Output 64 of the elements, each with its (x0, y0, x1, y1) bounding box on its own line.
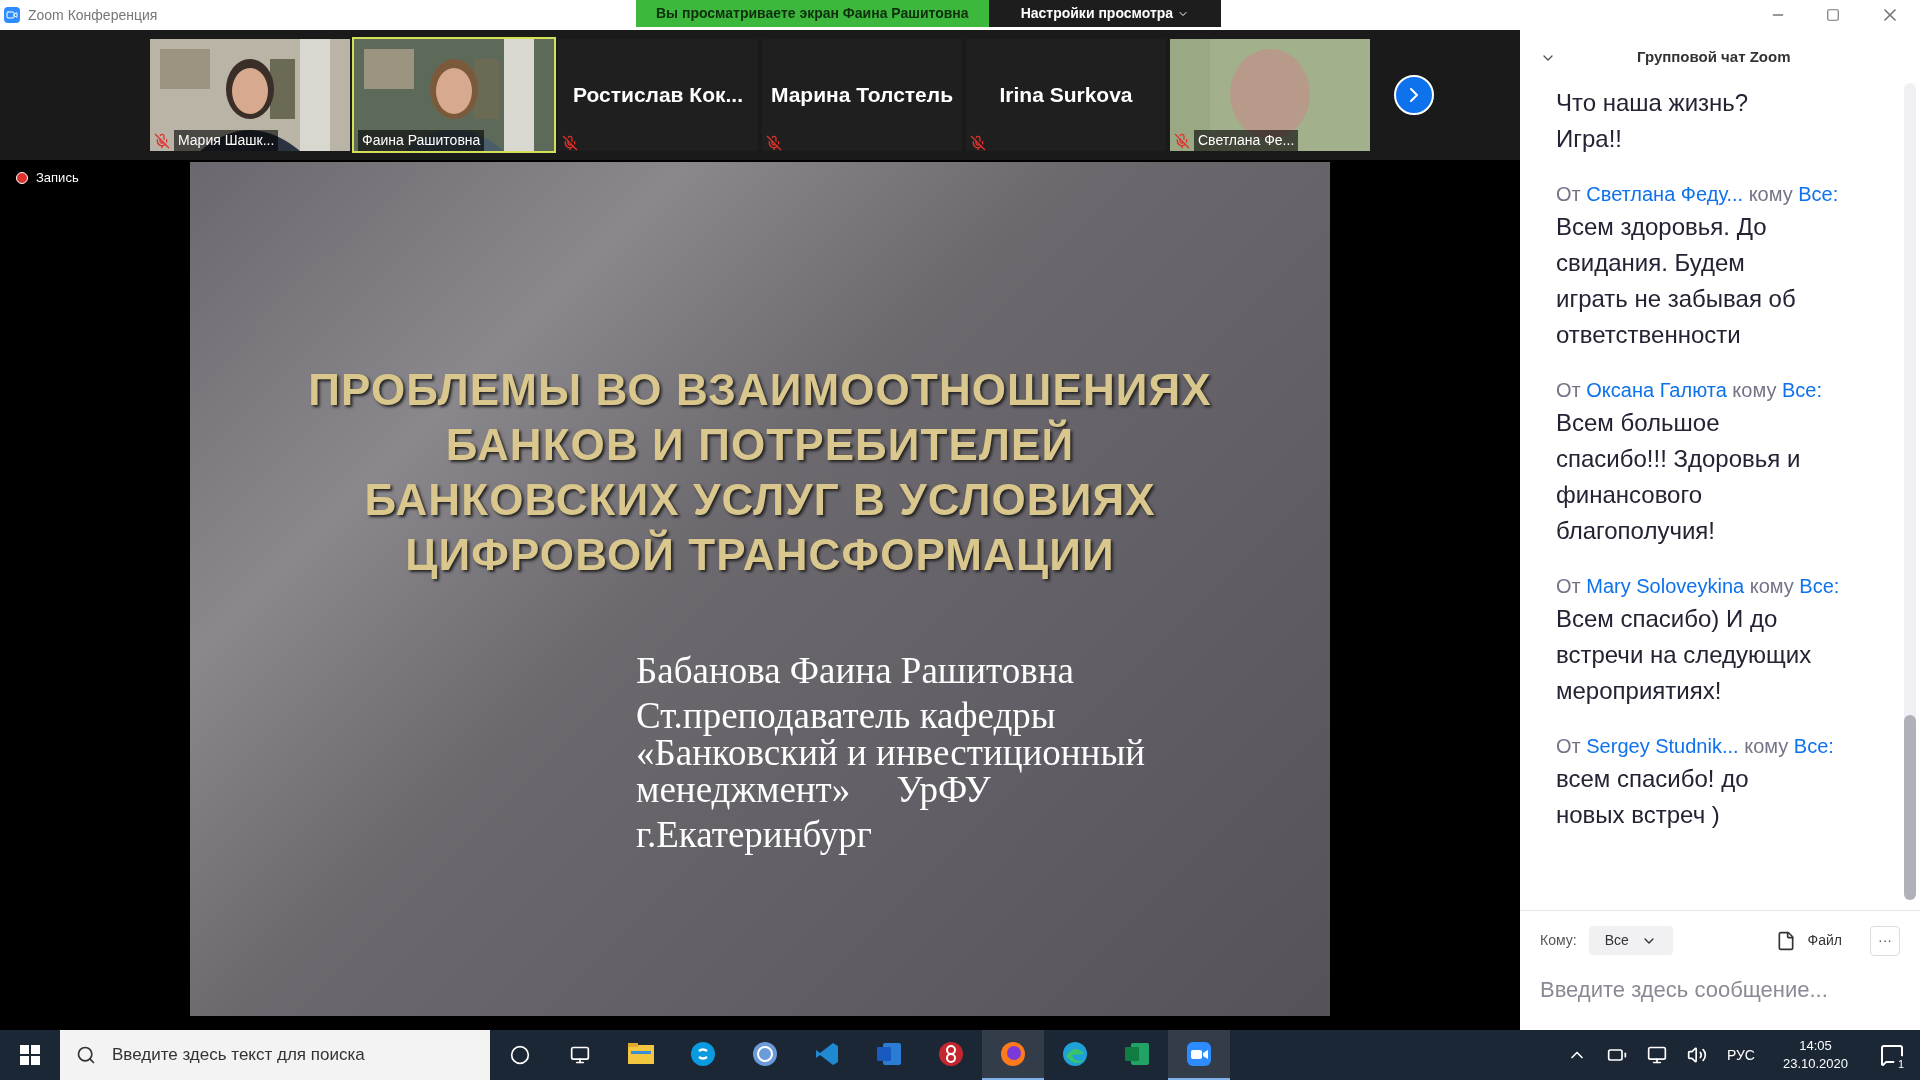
message-header: От Светлана Феду... кому Все: (1556, 182, 1840, 207)
recipient-dropdown[interactable]: Все (1588, 926, 1673, 955)
scrollbar-thumb[interactable] (1904, 715, 1916, 900)
chat-title: Групповой чат Zoom (1637, 47, 1791, 68)
document-icon (875, 1041, 903, 1067)
search-placeholder: Введите здесь текст для поиска (112, 1044, 365, 1067)
message-input[interactable]: Введите здесь сообщение... (1540, 970, 1900, 1010)
slide-text: г.Екатеринбург (636, 816, 874, 853)
round-logo-icon (938, 1041, 964, 1067)
video-tile[interactable]: Ростислав Кок... (558, 39, 758, 151)
to-label: Кому: (1540, 931, 1577, 950)
slide-title: ПРОБЛЕМЫ ВО ВЗАИМООТНОШЕНИЯХ (308, 364, 1212, 416)
notifications-button[interactable]: 1 (1876, 1030, 1908, 1080)
slide-title: БАНКОВ И ПОТРЕБИТЕЛЕЙ (445, 418, 1075, 471)
folder-icon (627, 1042, 655, 1066)
browser-icon (1000, 1041, 1026, 1067)
participant-name: Ростислав Кок... (573, 82, 743, 109)
chat-message: Всем спасибо) И до встречи на следующих мероприятиях! (1556, 604, 1813, 706)
recording-label: Запись (36, 169, 79, 187)
participant-name: Мария Шашк... (174, 130, 279, 151)
chat-message: Всем большое спасибо!!! Здоровья и финансового благополучия! (1556, 408, 1802, 546)
volume-icon[interactable] (1686, 1045, 1707, 1065)
chat-message: Всем здоровья. До свидания. Будем играть не забывая об ответственности (1556, 212, 1797, 350)
code-editor-icon (814, 1041, 840, 1067)
task-view-icon (570, 1045, 590, 1065)
chat-message: всем спасибо! до новых встреч ) (1556, 764, 1750, 830)
slide-text: Ст.преподаватель кафедры (636, 697, 1057, 734)
slide-text: менеджмент» УрФУ (636, 771, 991, 808)
video-tile[interactable]: Марина Толстель (762, 39, 962, 151)
video-tile[interactable]: Мария Шашк... (150, 39, 350, 151)
taskbar-search-field[interactable]: Введите здесь текст для поиска (60, 1030, 490, 1080)
spreadsheet-icon (1123, 1041, 1151, 1067)
slide-text: Бабанова Фаина Рашитовна (636, 652, 1075, 689)
taskbar-app-button[interactable] (1168, 1030, 1230, 1080)
message-header: От Sergey Studnik... кому Все: (1556, 734, 1835, 759)
chat-message: Что наша жизнь? Игра!! (1556, 88, 1750, 154)
slide-title: БАНКОВСКИХ УСЛУГ В УСЛОВИЯХ (364, 474, 1156, 526)
participant-name: Светлана Фе... (1194, 130, 1299, 151)
slide-title: ЦИФРОВОЙ ТРАНСФОРМАЦИИ (405, 528, 1115, 581)
maximize-icon[interactable] (1826, 8, 1840, 22)
more-button[interactable]: ··· (1870, 925, 1900, 956)
window-title: Zoom Конференция (28, 5, 158, 25)
participant-name: Irina Surkova (999, 82, 1133, 109)
video-tile[interactable]: Фаина Рашитовна (354, 39, 554, 151)
message-header: От Оксана Галюта кому Все: (1556, 378, 1823, 403)
next-page-button[interactable] (1394, 75, 1434, 115)
message-header: От Mary Soloveykina кому Все: (1556, 574, 1841, 599)
video-camera-icon (1186, 1041, 1212, 1067)
file-button[interactable]: Файл (1775, 930, 1842, 951)
search-icon (76, 1045, 96, 1065)
view-options-button[interactable]: Настройки просмотра (988, 0, 1222, 27)
browser-icon (1062, 1041, 1088, 1067)
circle-icon (510, 1045, 530, 1065)
notification-icon (1880, 1043, 1904, 1067)
circle-icon (752, 1041, 778, 1067)
clock[interactable]: 14:05 23.10.2020 (1774, 1037, 1856, 1073)
windows-logo-icon (20, 1045, 40, 1065)
screen-share-banner: Вы просматриваете экран Фаина Рашитовна (636, 0, 989, 27)
camera-icon (4, 7, 20, 23)
participant-name: Фаина Рашитовна (358, 130, 485, 151)
participant-name: Марина Толстель (770, 82, 954, 109)
language-indicator[interactable]: РУС (1726, 1044, 1755, 1066)
video-tile[interactable]: Irina Surkova (966, 39, 1166, 151)
video-tile[interactable]: Светлана Фе... (1170, 39, 1370, 151)
